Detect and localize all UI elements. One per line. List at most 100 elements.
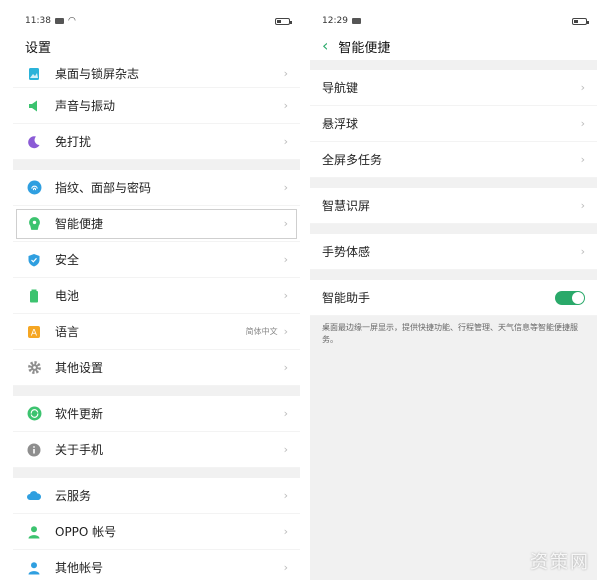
settings-item-software-update[interactable]: 软件更新 ›	[13, 396, 300, 432]
smart-item-multitask[interactable]: 全屏多任务 ›	[310, 142, 597, 178]
smart-item-label: 导航键	[322, 81, 359, 95]
settings-item-label: OPPO 帐号	[55, 525, 117, 539]
status-time: 12:29	[322, 16, 348, 26]
group-divider	[310, 270, 597, 280]
settings-item-label: 其他设置	[55, 361, 104, 375]
status-time: 11:38	[25, 16, 51, 26]
battery-icon	[25, 287, 43, 305]
settings-item-about-phone[interactable]: 关于手机 ›	[13, 432, 300, 468]
chevron-right-icon: ›	[283, 361, 288, 374]
moon-icon	[25, 133, 43, 151]
smart-assist-screen: 12:29 ‹ 智能便捷 导航键 › 悬浮球 › 全屏多任务 › 智慧识屏 ›	[310, 10, 597, 580]
settings-item-label: 声音与振动	[55, 99, 116, 113]
fingerprint-icon	[25, 179, 43, 197]
settings-item-label: 云服务	[55, 489, 92, 503]
chevron-right-icon: ›	[580, 199, 585, 212]
language-value: 简体中文	[245, 327, 278, 336]
settings-item-label: 智能便捷	[55, 217, 104, 231]
assistant-description: 桌面最边缘一屏显示，提供快捷功能、行程管理、天气信息等智能便捷服务。	[310, 316, 597, 346]
settings-item-sound[interactable]: 声音与振动 ›	[13, 88, 300, 124]
smart-item-label: 智能助手	[322, 291, 371, 305]
smart-item-gesture[interactable]: 手势体感 ›	[310, 234, 597, 270]
settings-item-label: 安全	[55, 253, 80, 267]
group-divider	[310, 224, 597, 234]
speaker-icon	[25, 97, 43, 115]
group-divider	[13, 386, 300, 396]
settings-item-smart-assist[interactable]: 智能便捷 ›	[13, 206, 300, 242]
chevron-right-icon: ›	[283, 561, 288, 574]
smart-item-label: 悬浮球	[322, 117, 359, 131]
smart-assist-icon	[25, 215, 43, 233]
language-icon: A	[25, 323, 43, 341]
chevron-right-icon: ›	[580, 245, 585, 258]
chevron-right-icon: ›	[580, 117, 585, 130]
info-icon	[25, 441, 43, 459]
settings-screen: 11:38 ◠ 设置 桌面与锁屏杂志 › 声音与振动 › 免打扰 › 指纹、面部…	[13, 10, 300, 580]
wifi-icon: ◠	[67, 15, 76, 26]
settings-item-wallpaper[interactable]: 桌面与锁屏杂志 ›	[13, 60, 300, 88]
settings-item-other-accounts[interactable]: 其他帐号 ›	[13, 550, 300, 580]
smart-item-float-ball[interactable]: 悬浮球 ›	[310, 106, 597, 142]
update-icon	[25, 405, 43, 423]
chevron-right-icon: ›	[283, 443, 288, 456]
group-divider	[13, 468, 300, 478]
chevron-right-icon: ›	[283, 289, 288, 302]
settings-item-fingerprint[interactable]: 指纹、面部与密码 ›	[13, 170, 300, 206]
chevron-right-icon: ›	[283, 253, 288, 266]
assistant-toggle[interactable]	[555, 290, 585, 305]
smart-item-nav-key[interactable]: 导航键 ›	[310, 70, 597, 106]
chevron-right-icon: ›	[283, 135, 288, 148]
battery-status-icon	[572, 17, 589, 25]
settings-item-label: 关于手机	[55, 443, 104, 457]
group-divider	[310, 178, 597, 188]
status-bar: 11:38 ◠	[13, 10, 300, 32]
chevron-right-icon: ›	[283, 489, 288, 502]
cloud-icon	[25, 487, 43, 505]
settings-item-label: 免打扰	[55, 135, 92, 149]
wallpaper-icon	[25, 65, 43, 83]
chevron-right-icon: ›	[283, 407, 288, 420]
chevron-right-icon: ›	[580, 153, 585, 166]
settings-item-dnd[interactable]: 免打扰 ›	[13, 124, 300, 160]
settings-item-language[interactable]: A 语言 简体中文 ›	[13, 314, 300, 350]
user-icon	[25, 523, 43, 541]
smart-item-label: 手势体感	[322, 245, 371, 259]
chevron-right-icon: ›	[283, 181, 288, 194]
shield-icon	[25, 251, 43, 269]
screenshot-stage: 11:38 ◠ 设置 桌面与锁屏杂志 › 声音与振动 › 免打扰 › 指纹、面部…	[0, 0, 600, 580]
svg-text:A: A	[31, 328, 38, 338]
page-title: 智能便捷	[338, 40, 391, 56]
settings-item-label: 电池	[55, 289, 80, 303]
settings-item-label: 语言	[55, 325, 80, 339]
settings-item-cloud[interactable]: 云服务 ›	[13, 478, 300, 514]
smart-item-label: 全屏多任务	[322, 153, 383, 167]
user-icon	[25, 559, 43, 577]
chevron-right-icon: ›	[283, 217, 288, 230]
notification-icon	[351, 18, 361, 24]
battery-status-icon	[275, 17, 292, 25]
watermark: 资策网	[530, 552, 590, 573]
notification-icon	[54, 18, 64, 24]
status-bar: 12:29	[310, 10, 597, 32]
gear-icon	[25, 359, 43, 377]
settings-item-label: 软件更新	[55, 407, 104, 421]
page-title: 设置	[13, 32, 300, 60]
chevron-right-icon: ›	[283, 325, 288, 338]
settings-item-battery[interactable]: 电池 ›	[13, 278, 300, 314]
chevron-right-icon: ›	[283, 99, 288, 112]
settings-item-label: 其他帐号	[55, 561, 104, 575]
group-divider	[13, 160, 300, 170]
back-arrow-icon[interactable]: ‹	[322, 38, 328, 54]
settings-item-label: 指纹、面部与密码	[55, 181, 152, 195]
smart-item-assistant[interactable]: 智能助手	[310, 280, 597, 316]
page-header: ‹ 智能便捷	[310, 32, 597, 60]
smart-item-smart-screen[interactable]: 智慧识屏 ›	[310, 188, 597, 224]
smart-item-label: 智慧识屏	[322, 199, 371, 213]
group-divider	[310, 60, 597, 70]
settings-item-security[interactable]: 安全 ›	[13, 242, 300, 278]
settings-item-other-settings[interactable]: 其他设置 ›	[13, 350, 300, 386]
chevron-right-icon: ›	[283, 67, 288, 80]
settings-item-oppo-account[interactable]: OPPO 帐号 ›	[13, 514, 300, 550]
settings-item-label: 桌面与锁屏杂志	[55, 67, 140, 81]
chevron-right-icon: ›	[283, 525, 288, 538]
